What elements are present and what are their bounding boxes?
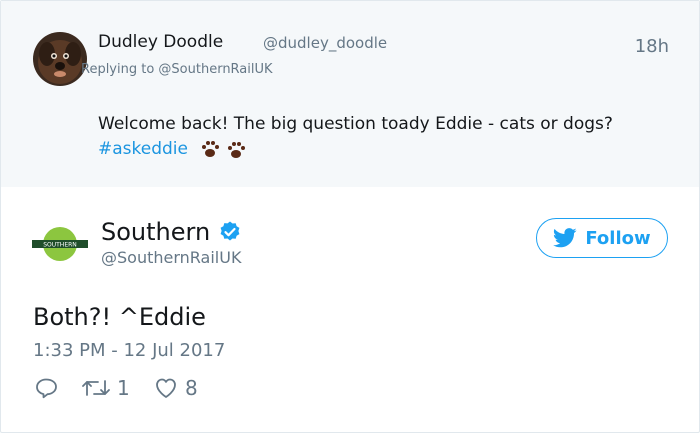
parent-tweet-text: Welcome back! The big question toady Edd… [98,114,613,134]
tweet-embed: Dudley Doodle @dudley_doodle 18h Replyin… [0,0,700,433]
southern-logo[interactable]: SOUTHERN [32,226,88,262]
reply-icon [36,378,57,399]
parent-tweet[interactable]: Dudley Doodle @dudley_doodle 18h Replyin… [1,1,699,187]
verified-badge-icon [220,221,240,241]
hashtag-link[interactable]: #askeddie [98,139,188,159]
reply-action[interactable] [34,376,58,400]
heart-icon [156,378,176,398]
parent-author-handle[interactable]: @dudley_doodle [263,34,387,52]
retweet-action[interactable]: 1 [81,376,130,400]
like-action[interactable]: 8 [153,376,198,400]
replying-to-label[interactable]: Replying to @SouthernRailUK [81,62,273,77]
twitter-bird-icon [553,228,577,248]
main-author-handle[interactable]: @SouthernRailUK [101,248,241,267]
parent-author-name[interactable]: Dudley Doodle [98,32,223,52]
follow-label: Follow [585,227,651,249]
retweet-icon [82,380,110,396]
follow-button[interactable]: Follow [536,218,668,258]
retweet-count: 1 [117,376,130,400]
main-author-name[interactable]: Southern [101,218,210,246]
dudley-avatar[interactable] [33,32,87,86]
tweet-timestamp[interactable]: 1:33 PM - 12 Jul 2017 [33,340,225,361]
parent-time-ago[interactable]: 18h [635,36,669,57]
like-count: 8 [185,376,198,400]
paw-prints-icon [202,141,245,158]
main-tweet-text: Both?! ^Eddie [33,303,206,331]
logo-text: SOUTHERN [43,242,77,249]
